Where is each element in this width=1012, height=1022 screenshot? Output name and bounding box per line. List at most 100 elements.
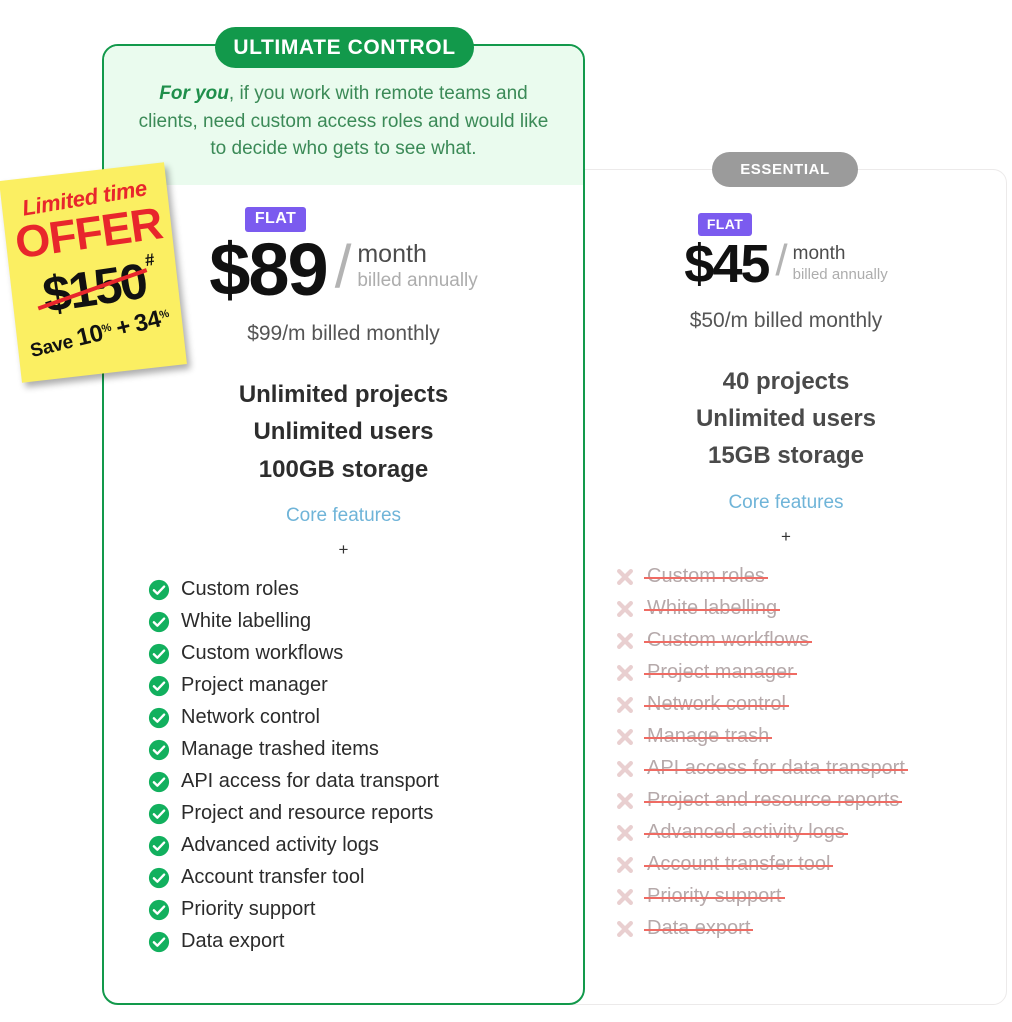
- cross-icon: [617, 600, 633, 617]
- cross-icon: [617, 792, 633, 809]
- feature-item: Manage trash: [614, 721, 986, 753]
- limited-time-offer-sticker: Limited time OFFER $150 # Save 10% + 34%: [0, 162, 187, 383]
- sticker-percent-1: %: [100, 321, 113, 336]
- feature-label: Advanced activity logs: [181, 834, 379, 857]
- feature-item: Account transfer tool: [148, 862, 557, 894]
- price-slash-ultimate: /: [334, 232, 352, 300]
- feature-label: Custom roles: [181, 578, 299, 601]
- feature-label: Network control: [181, 706, 320, 729]
- feature-label: Manage trashed items: [181, 738, 379, 761]
- feature-label: White labelling: [643, 597, 781, 620]
- price-terms-essential: month billed annually: [793, 237, 888, 285]
- check-circle-icon: [148, 739, 170, 760]
- plan-body-essential: FLAT $45 / month billed annually $50/m b…: [586, 213, 986, 945]
- plan-card-ultimate: For you, if you work with remote teams a…: [102, 44, 585, 1005]
- check-circle-icon: [148, 771, 170, 792]
- spec-users-essential: Unlimited users: [695, 405, 877, 433]
- feature-item: Priority support: [614, 881, 986, 913]
- feature-item: Account transfer tool: [614, 849, 986, 881]
- cross-icon: [617, 568, 633, 585]
- feature-item: Project manager: [148, 670, 557, 702]
- price-per-unit-essential: month: [792, 243, 846, 264]
- sticker-save-prefix: Save: [28, 331, 76, 362]
- feature-item: Data export: [614, 913, 986, 945]
- feature-label: Priority support: [644, 885, 784, 908]
- plan-ribbon-label-ultimate: ULTIMATE CONTROL: [233, 35, 456, 59]
- check-circle-icon: [148, 707, 170, 728]
- check-circle-icon: [148, 803, 170, 824]
- feature-label: Custom roles: [644, 565, 768, 588]
- plus-separator-ultimate: +: [338, 539, 349, 559]
- feature-item: Network control: [614, 689, 986, 721]
- feature-item: Custom roles: [614, 561, 986, 593]
- feature-label: API access for data transport: [644, 757, 908, 780]
- feature-item: Project and resource reports: [148, 798, 557, 830]
- feature-label: API access for data transport: [181, 770, 439, 793]
- feature-label: Data export: [643, 917, 754, 940]
- spec-storage-essential: 15GB storage: [707, 442, 865, 470]
- spec-projects-essential: 40 projects: [722, 368, 850, 395]
- monthly-price-note-essential: $50/m billed monthly: [689, 309, 883, 332]
- feature-item: Data export: [148, 926, 557, 958]
- cross-icon: [617, 856, 633, 873]
- plan-tagline-ultimate: For you, if you work with remote teams a…: [134, 80, 553, 163]
- core-features-link-essential[interactable]: Core features: [586, 492, 986, 514]
- plan-ribbon-essential: ESSENTIAL: [712, 152, 858, 187]
- feature-label: Project and resource reports: [181, 802, 434, 825]
- feature-label: Custom workflows: [643, 629, 813, 652]
- feature-label: Advanced activity logs: [644, 821, 848, 844]
- flat-badge-essential: FLAT: [697, 213, 753, 236]
- price-billed-note-essential: billed annually: [792, 265, 888, 283]
- feature-item: Advanced activity logs: [614, 817, 986, 849]
- price-row-essential: $45 / month billed annually: [586, 234, 986, 294]
- feature-label: Data export: [181, 930, 285, 953]
- feature-list-ultimate: Custom roles White labelling Custom workfl…: [130, 574, 557, 958]
- price-amount-ultimate: $89: [209, 227, 328, 311]
- feature-label: Account transfer tool: [181, 866, 365, 889]
- sticker-plus: +: [113, 312, 134, 342]
- price-terms-ultimate: month billed annually: [357, 234, 477, 294]
- feature-item: Project manager: [614, 657, 986, 689]
- spec-storage-ultimate: 100GB storage: [258, 455, 429, 483]
- plan-specs-essential: 40 projects Unlimited users 15GB storage: [586, 363, 986, 475]
- cross-icon: [617, 632, 633, 649]
- feature-label: Priority support: [181, 898, 316, 921]
- price-slash-essential: /: [775, 236, 788, 285]
- sticker-percent-2: %: [158, 307, 171, 322]
- plus-separator-essential: +: [781, 526, 791, 546]
- plan-ribbon-ultimate: ULTIMATE CONTROL: [215, 27, 474, 68]
- feature-item: API access for data transport: [148, 766, 557, 798]
- feature-label: Project manager: [644, 661, 797, 684]
- check-circle-icon: [148, 867, 170, 888]
- feature-item: API access for data transport: [614, 753, 986, 785]
- check-circle-icon: [148, 643, 170, 664]
- feature-label: Custom workflows: [181, 642, 344, 665]
- check-circle-icon: [148, 579, 170, 600]
- core-features-link-ultimate[interactable]: Core features: [130, 505, 557, 527]
- feature-label: Project and resource reports: [643, 789, 903, 812]
- plan-tagline-lead-ultimate: For you: [159, 83, 229, 104]
- feature-item: Priority support: [148, 894, 557, 926]
- feature-item: Custom roles: [148, 574, 557, 606]
- plan-ribbon-label-essential: ESSENTIAL: [740, 161, 830, 178]
- cross-icon: [617, 920, 633, 937]
- feature-item: Network control: [148, 702, 557, 734]
- feature-item: Project and resource reports: [614, 785, 986, 817]
- feature-label: White labelling: [181, 610, 312, 633]
- feature-item: Custom workflows: [614, 625, 986, 657]
- spec-projects-ultimate: Unlimited projects: [238, 381, 449, 409]
- cross-icon: [617, 760, 633, 777]
- check-circle-icon: [148, 931, 170, 952]
- price-amount-essential: $45: [684, 234, 770, 294]
- check-circle-icon: [148, 899, 170, 920]
- cross-icon: [617, 664, 633, 681]
- cross-icon: [617, 728, 633, 745]
- feature-item: Custom workflows: [148, 638, 557, 670]
- feature-item: White labelling: [148, 606, 557, 638]
- price-row-ultimate: $89 / month billed annually: [130, 227, 557, 311]
- feature-label: Account transfer tool: [643, 853, 834, 876]
- price-per-unit-ultimate: month: [357, 239, 427, 268]
- monthly-price-note-ultimate: $99/m billed monthly: [247, 322, 440, 346]
- cross-icon: [617, 888, 633, 905]
- plan-specs-ultimate: Unlimited projects Unlimited users 100GB…: [130, 376, 557, 488]
